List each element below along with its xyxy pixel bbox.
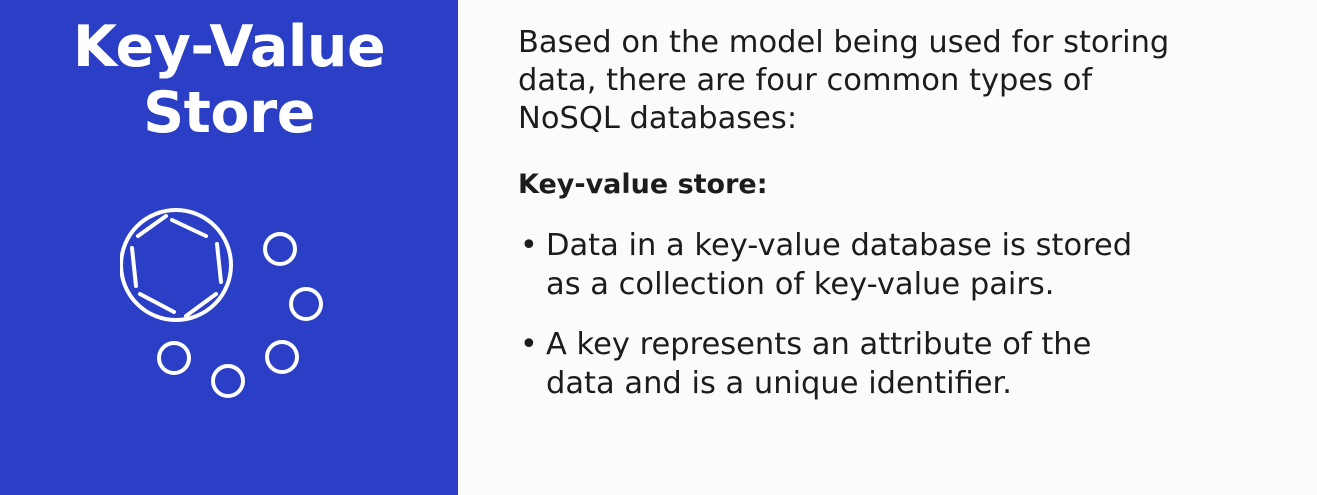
key-value-store-icon — [120, 208, 323, 398]
orbit-circle-3-icon — [265, 340, 299, 374]
key-ring-outer-circle — [120, 208, 233, 322]
bullet-item: • Data in a key-value database is stored… — [518, 226, 1238, 304]
slide: Key-Value Store Based on the model being… — [0, 0, 1317, 495]
intro-line-3: NoSQL databases: — [518, 101, 798, 136]
intro-line-1: Based on the model being used for storin… — [518, 25, 1170, 60]
bullet-1-line-1: Data in a key-value database is stored — [546, 228, 1133, 263]
intro-paragraph: Based on the model being used for storin… — [518, 24, 1238, 138]
slide-title-line-1: Key-Value — [72, 14, 386, 80]
title-panel: Key-Value Store — [0, 0, 458, 495]
bullet-2-line-1: A key represents an attribute of the — [546, 327, 1092, 362]
section-subheading: Key-value store: — [518, 169, 768, 200]
orbit-circle-1-icon — [263, 232, 297, 266]
orbit-circle-2-icon — [289, 287, 323, 321]
bullet-2-line-2: data and is a unique identifier. — [546, 366, 1012, 401]
slide-title: Key-Value Store — [0, 14, 458, 146]
bullet-list: • Data in a key-value database is stored… — [518, 226, 1238, 424]
slide-title-line-2: Store — [143, 80, 315, 146]
orbit-circle-5-icon — [157, 341, 191, 375]
bullet-dot-icon: • — [520, 327, 538, 362]
bullet-dot-icon: • — [520, 228, 538, 263]
orbit-circle-4-icon — [211, 364, 245, 398]
content-panel: Based on the model being used for storin… — [458, 0, 1317, 495]
key-ring-inner-hexagon-icon — [130, 214, 223, 318]
bullet-item: • A key represents an attribute of the d… — [518, 325, 1238, 403]
intro-line-2: data, there are four common types of — [518, 63, 1093, 98]
bullet-1-line-2: as a collection of key-value pairs. — [546, 267, 1055, 302]
